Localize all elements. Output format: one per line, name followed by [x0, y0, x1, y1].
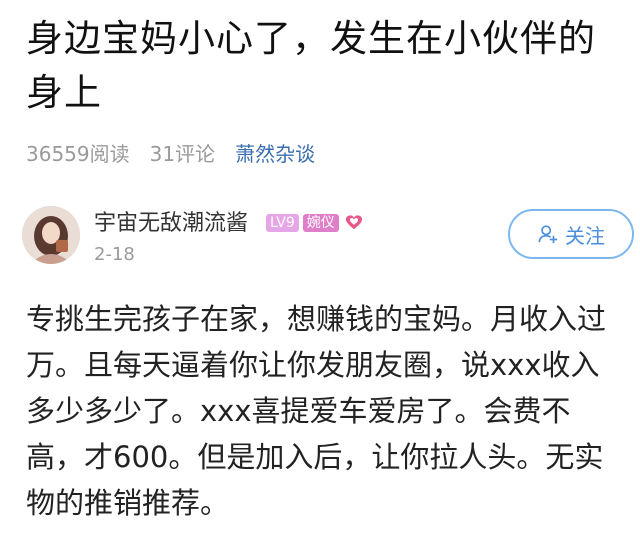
author-name[interactable]: 宇宙无敌潮流酱 [94, 210, 248, 238]
follow-label: 关注 [565, 223, 605, 248]
follow-button[interactable]: 关注 [508, 209, 634, 259]
article-meta: 36559阅读 31评论 萧然杂谈 [26, 137, 315, 167]
title-badge: 婉仪 [302, 214, 339, 232]
avatar-image [22, 206, 80, 264]
post-content: 专挑生完孩子在家，想赚钱的宝妈。月收入过万。且每天逼着你让你发朋友圈，说xxx收… [26, 302, 607, 520]
post-date: 2-18 [94, 244, 135, 265]
read-count: 36559阅读 [26, 141, 130, 166]
avatar[interactable] [22, 206, 80, 264]
author-row: 宇宙无敌潮流酱 LV9 婉仪 2-18 关注 [22, 204, 634, 268]
add-user-icon [538, 225, 558, 244]
article-title: 身边宝妈小心了，发生在小伙伴的身上 [26, 17, 596, 114]
source-link[interactable]: 萧然杂谈 [235, 138, 315, 167]
author-badges: LV9 婉仪 [266, 214, 363, 232]
comment-count[interactable]: 31评论 [150, 138, 215, 167]
heart-icon [345, 215, 362, 230]
level-badge: LV9 [266, 214, 299, 232]
